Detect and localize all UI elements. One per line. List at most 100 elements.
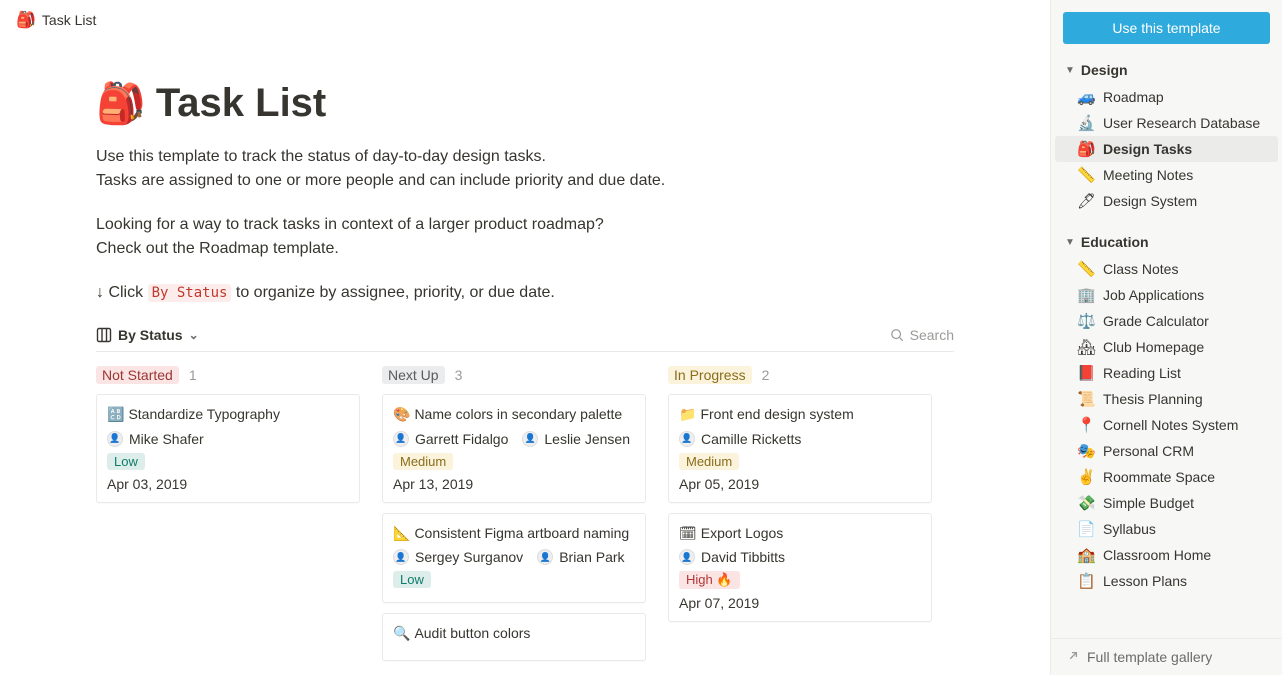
sidebar-item-label: Thesis Planning (1103, 391, 1203, 407)
sidebar-item[interactable]: 🖊Design System (1055, 188, 1278, 214)
divider (96, 351, 954, 352)
kanban-board: Not Started1🔠Standardize Typography👤Mike… (96, 366, 954, 675)
sidebar-item[interactable]: 📏Meeting Notes (1055, 162, 1278, 188)
full-gallery-link[interactable]: Full template gallery (1051, 638, 1282, 675)
inline-code: By Status (148, 284, 232, 302)
status-tag[interactable]: Next Up (382, 366, 445, 384)
sidebar-item-emoji: 🎒 (1077, 140, 1095, 158)
sidebar-item[interactable]: 📕Reading List (1055, 360, 1278, 386)
sidebar-item[interactable]: 💸Simple Budget (1055, 490, 1278, 516)
sidebar-item-label: Syllabus (1103, 521, 1156, 537)
page-emoji[interactable]: 🎒 (96, 80, 146, 127)
person: 👤Camille Ricketts (679, 431, 801, 447)
sidebar-item-label: Classroom Home (1103, 547, 1211, 563)
card-emoji: 🔍 (393, 625, 410, 641)
sidebar-item-emoji: 📏 (1077, 260, 1095, 278)
sidebar-item-emoji: 📕 (1077, 364, 1095, 382)
sidebar-item[interactable]: 🎒 Design Tasks (1055, 136, 1278, 162)
sidebar-item[interactable]: 🚙 Roadmap (1055, 84, 1278, 110)
sidebar-item[interactable]: 🎭Personal CRM (1055, 438, 1278, 464)
sidebar-item-label: Design System (1103, 193, 1197, 209)
task-card[interactable]: 🗓Export Logos👤David TibbittsHigh 🔥Apr 07… (668, 513, 932, 623)
intro-line: Use this template to track the status of… (96, 145, 954, 169)
sidebar-item-emoji: 🏫 (1077, 546, 1095, 564)
search-placeholder: Search (910, 327, 954, 343)
sidebar-item[interactable]: 🏢Job Applications (1055, 282, 1278, 308)
topbar-emoji: 🎒 (16, 10, 36, 30)
page-title[interactable]: Task List (156, 81, 326, 126)
card-people: 👤Mike Shafer (107, 431, 349, 447)
status-tag[interactable]: In Progress (668, 366, 752, 384)
task-card[interactable]: 🔍Audit button colors (382, 613, 646, 661)
sidebar-item[interactable]: 📄Syllabus (1055, 516, 1278, 542)
sidebar-item-label: Roadmap (1103, 89, 1164, 105)
main-area: 🎒 Task List 🎒 Task List Use this templat… (0, 0, 1050, 675)
sidebar-item[interactable]: 📜 Thesis Planning (1055, 386, 1278, 412)
card-title: 📐Consistent Figma artboard naming (393, 524, 635, 544)
sidebar-item[interactable]: 📋Lesson Plans (1055, 568, 1278, 594)
sidebar-item-label: Lesson Plans (1103, 573, 1187, 589)
view-label: By Status (118, 327, 183, 343)
sidebar-item-emoji: 🔬 (1077, 114, 1095, 132)
avatar: 👤 (522, 431, 538, 447)
sidebar-item-emoji: 📜 (1077, 390, 1095, 408)
card-date: Apr 05, 2019 (679, 476, 921, 492)
search-box[interactable]: Search (890, 327, 954, 343)
page-content: 🎒 Task List Use this template to track t… (0, 40, 1050, 675)
person: 👤Leslie Jensen (522, 431, 630, 447)
sidebar-item[interactable]: ✌️Roommate Space (1055, 464, 1278, 490)
avatar: 👤 (537, 549, 553, 565)
card-title: 🗓Export Logos (679, 524, 921, 544)
sidebar-item[interactable]: 📍 Cornell Notes System (1055, 412, 1278, 438)
person: 👤Garrett Fidalgo (393, 431, 508, 447)
sidebar-item-label: Simple Budget (1103, 495, 1194, 511)
sidebar-item[interactable]: 🏫 Classroom Home (1055, 542, 1278, 568)
card-emoji: 🗓 (679, 525, 697, 541)
sidebar-item-emoji: ⚖️ (1077, 312, 1095, 330)
intro-click-line: ↓ Click By Status to organize by assigne… (96, 281, 954, 305)
sidebar-content: ▼Design 🚙 Roadmap 🔬 User Research Database 🎒 D… (1051, 56, 1282, 638)
card-people: 👤Sergey Surganov 👤Brian Park (393, 549, 635, 565)
card-date: Apr 03, 2019 (107, 476, 349, 492)
person: 👤Brian Park (537, 549, 624, 565)
avatar: 👤 (679, 549, 695, 565)
board-column: Next Up 3 🎨Name colors in secondary palett… (382, 366, 646, 671)
task-card[interactable]: 🔠Standardize Typography👤Mike ShaferLowAp… (96, 394, 360, 503)
sidebar-item[interactable]: 🔬 User Research Database (1055, 110, 1278, 136)
sidebar-item-label: Job Applications (1103, 287, 1204, 303)
card-emoji: 🔠 (107, 406, 124, 422)
column-count: 3 (455, 367, 463, 383)
status-tag[interactable]: Not Started (96, 366, 179, 384)
section-header[interactable]: ▼Design (1055, 56, 1278, 84)
breadcrumb-title[interactable]: Task List (42, 12, 96, 28)
sidebar-item-label: Roommate Space (1103, 469, 1215, 485)
sidebar-item-label: Design Tasks (1103, 141, 1192, 157)
card-emoji: 📁 (679, 406, 696, 422)
card-people: 👤Garrett Fidalgo 👤Leslie Jensen (393, 431, 635, 447)
sidebar-item-emoji: 📍 (1077, 416, 1095, 434)
card-date: Apr 07, 2019 (679, 595, 921, 611)
use-template-button[interactable]: Use this template (1063, 12, 1270, 44)
sidebar-item[interactable]: 🏘Club Homepage (1055, 334, 1278, 360)
section-header[interactable]: ▼Education (1055, 228, 1278, 256)
column-count: 1 (189, 367, 197, 383)
sidebar-item-emoji: 🚙 (1077, 88, 1095, 106)
sidebar-item-emoji: 🎭 (1077, 442, 1095, 460)
sidebar-item[interactable]: ⚖️Grade Calculator (1055, 308, 1278, 334)
person: 👤Mike Shafer (107, 431, 204, 447)
card-title: 🔍Audit button colors (393, 624, 635, 644)
sidebar-item-label: User Research Database (1103, 115, 1260, 131)
sidebar-item-label: Cornell Notes System (1103, 417, 1238, 433)
task-card[interactable]: 🎨Name colors in secondary palette👤Garret… (382, 394, 646, 503)
person: 👤Sergey Surganov (393, 549, 523, 565)
task-card[interactable]: 📐Consistent Figma artboard naming 👤Sergey… (382, 513, 646, 604)
view-picker[interactable]: By Status ⌄ (96, 327, 199, 343)
external-link-icon (1065, 650, 1079, 664)
sidebar-item[interactable]: 📏Class Notes (1055, 256, 1278, 282)
priority-badge: Low (107, 453, 145, 470)
sidebar-item-label: Meeting Notes (1103, 167, 1193, 183)
search-icon (890, 328, 904, 342)
task-card[interactable]: 📁Front end design system👤Camille Rickett… (668, 394, 932, 503)
priority-badge: Low (393, 571, 431, 588)
board-column: Not Started1🔠Standardize Typography👤Mike… (96, 366, 360, 671)
